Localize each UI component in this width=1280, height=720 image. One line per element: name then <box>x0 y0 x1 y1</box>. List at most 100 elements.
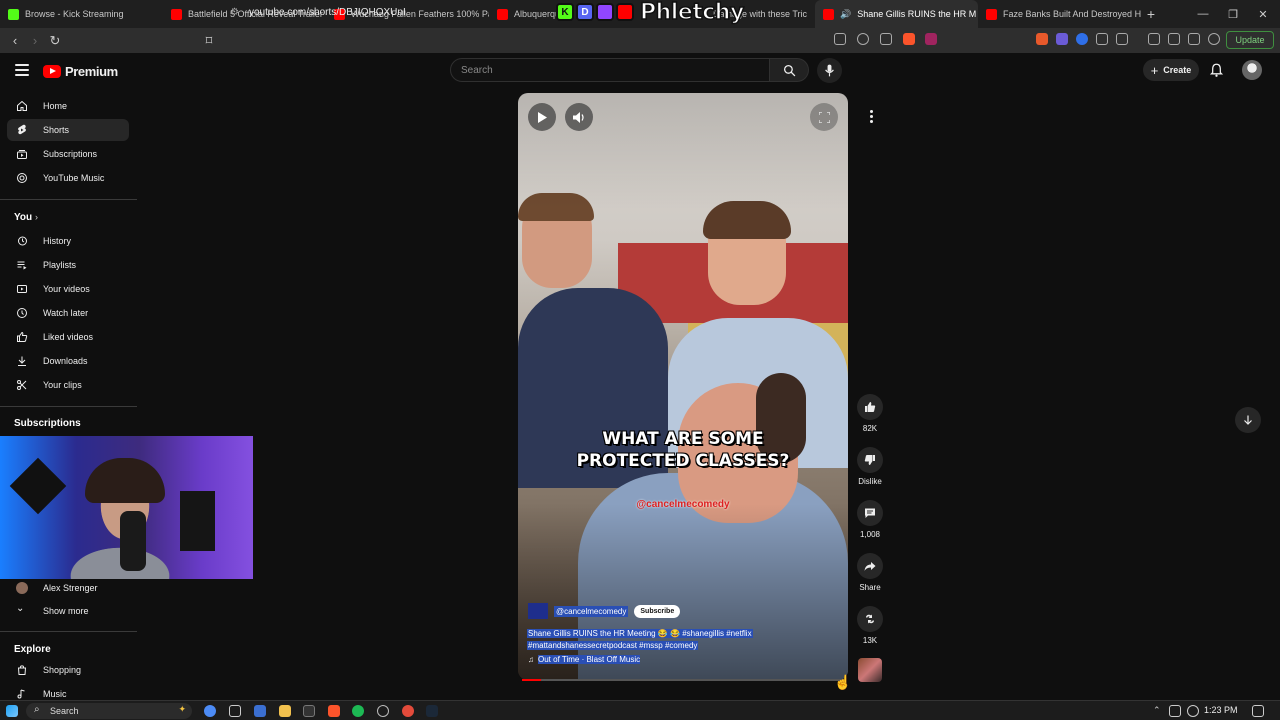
vpn-icon[interactable] <box>1208 33 1220 45</box>
reload-icon[interactable]: ↻ <box>45 33 65 49</box>
sound-thumbnail[interactable] <box>858 658 882 682</box>
channel-avatar[interactable] <box>528 603 548 619</box>
sidebar-item-label: Subscriptions <box>43 149 98 159</box>
webcam-microphone <box>120 511 146 571</box>
menu-icon[interactable] <box>15 64 29 76</box>
sidebar-item-label: Show more <box>43 606 89 616</box>
extension-icon[interactable] <box>1076 33 1088 45</box>
browser-tab[interactable]: Browse - Kick Streaming <box>0 0 163 28</box>
youtube-play-icon <box>43 65 61 78</box>
extension-icon[interactable] <box>1036 33 1048 45</box>
fullscreen-button[interactable] <box>810 103 838 131</box>
app-icon[interactable] <box>254 705 266 717</box>
url-text: youtube.com/shorts/DBJIQHQXUnI <box>249 7 406 18</box>
taskbar-search-input[interactable]: ⌕ Search ✦ <box>26 703 192 719</box>
sidebar-item-home[interactable]: Home <box>7 95 129 117</box>
screen-icon[interactable] <box>834 33 846 45</box>
sidebar-item-subscriptions[interactable]: Subscriptions <box>7 143 129 165</box>
description-line: Shane Gillis RUINS the HR Meeting 😂 😂 #s… <box>527 629 753 638</box>
short-description[interactable]: Shane Gillis RUINS the HR Meeting 😂 😂 #s… <box>527 628 827 652</box>
extension-icon[interactable] <box>1116 33 1128 45</box>
restore-icon[interactable]: ❐ <box>1218 0 1248 28</box>
tray-icon[interactable] <box>1169 705 1181 717</box>
browser-tab[interactable]: Faze Banks Built And Destroyed His <box>978 0 1141 28</box>
windows-start-icon[interactable] <box>6 705 18 717</box>
share-button[interactable] <box>857 553 883 579</box>
create-button[interactable]: + Create <box>1143 59 1199 81</box>
sidebar-item-downloads[interactable]: Downloads <box>7 350 129 372</box>
spotify-icon[interactable] <box>352 705 364 717</box>
address-bar[interactable]: ⚙ youtube.com/shorts/DBJIQHQXUnI <box>224 4 944 21</box>
sidebar-item-history[interactable]: History <box>7 230 129 252</box>
share-action[interactable]: Share <box>856 553 884 592</box>
update-button[interactable]: Update <box>1226 31 1274 49</box>
sidebar-item-your-videos[interactable]: Your videos <box>7 278 129 300</box>
chevron-down-icon: ⌄ <box>16 603 25 614</box>
sidebar-item-shopping[interactable]: Shopping <box>7 659 129 681</box>
folder-icon[interactable] <box>279 705 291 717</box>
chevron-up-icon[interactable]: ⌃ <box>1153 705 1165 717</box>
sidebar-item-playlists[interactable]: Playlists <box>7 254 129 276</box>
notification-center-icon[interactable] <box>1252 705 1264 717</box>
search-input[interactable]: Search <box>450 58 770 82</box>
app-icon[interactable] <box>229 705 241 717</box>
minimize-icon[interactable]: — <box>1188 0 1218 28</box>
tray-icon[interactable] <box>1187 705 1199 717</box>
account-avatar[interactable] <box>1242 60 1262 80</box>
extension-icon[interactable] <box>1056 33 1068 45</box>
rewards-icon[interactable] <box>925 33 937 45</box>
dislike-button[interactable] <box>857 447 883 473</box>
back-icon[interactable]: ‹ <box>5 33 25 48</box>
sidebar-item-shorts[interactable]: Shorts <box>7 119 129 141</box>
kick-favicon-icon <box>8 8 19 20</box>
sidebar-item-your-clips[interactable]: Your clips <box>7 374 129 396</box>
sidebar-show-more[interactable]: ⌄ Show more <box>7 600 129 622</box>
close-window-icon[interactable]: ✕ <box>1248 0 1278 28</box>
comments-action[interactable]: 1,008 <box>856 500 884 539</box>
more-options-button[interactable] <box>861 106 881 126</box>
terminal-icon[interactable] <box>303 705 315 717</box>
music-credit[interactable]: ♫ Out of Time · Blast Off Music <box>528 655 641 664</box>
steam-icon[interactable] <box>426 705 438 717</box>
caption-line: WHAT ARE SOME <box>602 429 764 449</box>
new-tab-button[interactable]: + <box>1141 6 1161 22</box>
sidebar-item-liked-videos[interactable]: Liked videos <box>7 326 129 348</box>
sidebar-item-youtube-music[interactable]: YouTube Music <box>7 167 129 189</box>
app-icon[interactable] <box>377 705 389 717</box>
voice-search-button[interactable] <box>817 58 842 83</box>
subscribe-button[interactable]: Subscribe <box>634 604 681 618</box>
share-page-icon[interactable] <box>880 33 892 45</box>
channel-avatar <box>16 582 28 594</box>
like-action[interactable]: 82K <box>856 394 884 433</box>
dislike-action[interactable]: Dislike <box>856 447 884 486</box>
volume-button[interactable] <box>565 103 593 131</box>
puzzle-icon[interactable] <box>1096 33 1108 45</box>
like-button[interactable] <box>857 394 883 420</box>
brave-browser-icon[interactable] <box>328 705 340 717</box>
site-info-icon[interactable]: ⚙ <box>230 4 239 21</box>
bookmark-icon[interactable]: ⌑ <box>199 33 219 49</box>
remix-button[interactable] <box>857 606 883 632</box>
search-button[interactable] <box>770 58 809 82</box>
next-short-button[interactable] <box>1235 407 1261 433</box>
sidebar-subscription-alex-strenger[interactable]: Alex Strenger <box>7 577 129 599</box>
app-icon[interactable] <box>204 705 216 717</box>
shorts-player[interactable]: WHAT ARE SOME PROTECTED CLASSES? @cancel… <box>518 93 848 680</box>
media-icon[interactable] <box>1148 33 1160 45</box>
leo-icon[interactable] <box>1188 33 1200 45</box>
notifications-button[interactable] <box>1209 63 1224 82</box>
play-button[interactable] <box>528 103 556 131</box>
sidebar-toggle-icon[interactable] <box>1168 33 1180 45</box>
sidebar-item-watch-later[interactable]: Watch later <box>7 302 129 324</box>
sidebar-item-label: Music <box>43 689 67 699</box>
sidebar-you-heading[interactable]: You › <box>14 212 38 223</box>
video-progress-bar[interactable] <box>522 679 844 681</box>
remix-action[interactable]: 13K <box>856 606 884 645</box>
channel-name[interactable]: @cancelmecomedy <box>554 605 629 617</box>
brave-shield-icon[interactable] <box>903 33 915 45</box>
zoom-icon[interactable] <box>857 33 869 45</box>
comments-button[interactable] <box>857 500 883 526</box>
forward-icon[interactable]: › <box>25 33 45 48</box>
youtube-logo[interactable]: Premium <box>43 64 118 79</box>
app-icon[interactable] <box>402 705 414 717</box>
